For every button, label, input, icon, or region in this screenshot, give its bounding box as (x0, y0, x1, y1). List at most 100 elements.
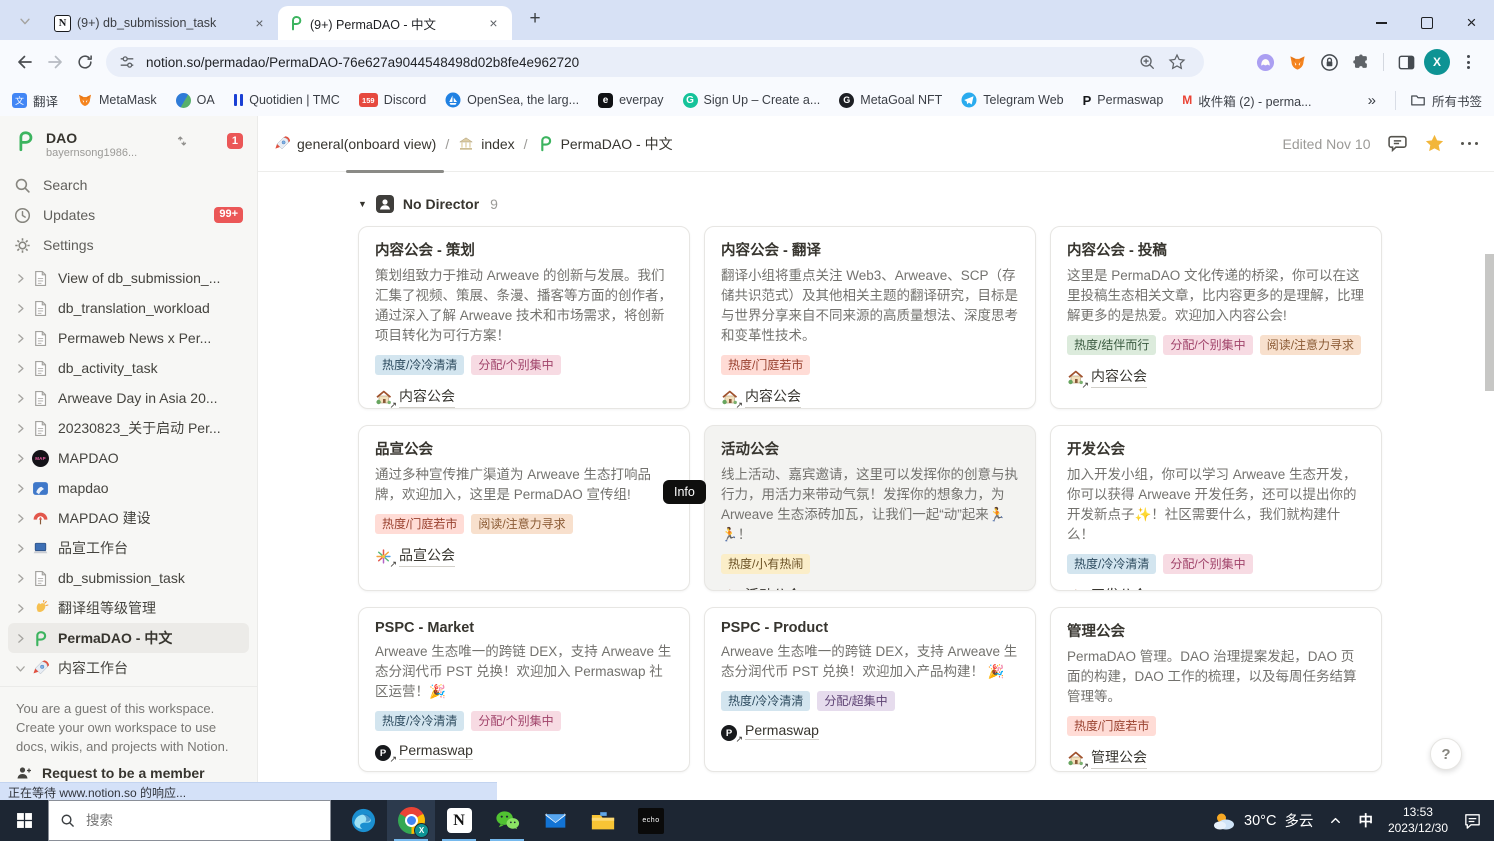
help-button[interactable]: ? (1430, 738, 1462, 770)
card-page-link[interactable]: ↗ 内容公会 (721, 386, 1019, 408)
sidebar-page-item[interactable]: View of db_submission_... (8, 263, 249, 293)
zoom-button[interactable] (1132, 47, 1162, 77)
board-card-hovered[interactable]: 活动公会 线上活动、嘉宾邀请，这里可以发挥你的创意与执行力，用活力来带动气氛！发… (704, 425, 1036, 591)
card-page-link[interactable]: ↗ 内容公会 (1067, 366, 1365, 389)
card-page-link[interactable]: P ↗ Permaswap (721, 722, 1019, 743)
bookmark-item[interactable]: 文翻译 (12, 91, 58, 110)
card-description: 线上活动、嘉宾邀请，这里可以发挥你的创意与执行力，用活力来带动气氛！发挥你的想象… (721, 467, 1018, 542)
sidebar-page-item[interactable]: MAPDAO 建设 (8, 503, 249, 533)
sidebar-page-item[interactable]: 品宣工作台 (8, 533, 249, 563)
board-card[interactable]: PSPC - Product Arweave 生态唯一的跨链 DEX，支持 Ar… (704, 607, 1036, 772)
workspace-switcher[interactable]: DAO bayernsong1986... 1 (0, 124, 257, 165)
bookmark-item[interactable]: MetaMask (77, 92, 157, 108)
bookmark-item[interactable]: Telegram Web (961, 92, 1064, 108)
sidebar-page-item[interactable]: 内容工作台 (8, 653, 249, 683)
card-page-link[interactable]: ↗ 内容公会 (375, 386, 673, 408)
window-minimize-button[interactable] (1359, 6, 1404, 40)
taskbar-search[interactable] (48, 800, 331, 841)
tab-close-icon[interactable]: × (485, 15, 502, 32)
sidebar-page-item-selected[interactable]: PermaDAO - 中文 (8, 623, 249, 653)
back-button[interactable] (10, 47, 40, 77)
bookmark-item[interactable]: G Sign Up – Create a... (682, 92, 820, 108)
sidebar-item-updates[interactable]: Updates 99+ (0, 200, 257, 230)
window-close-button[interactable]: × (1449, 6, 1494, 40)
breadcrumb-item[interactable]: index (458, 136, 515, 152)
taskbar-search-input[interactable] (84, 812, 288, 829)
phantom-extension-button[interactable] (1251, 48, 1279, 76)
metamask-extension-button[interactable] (1283, 48, 1311, 76)
collapse-triangle-icon[interactable]: ▼ (358, 199, 367, 209)
sidebar-page-item[interactable]: db_translation_workload (8, 293, 249, 323)
card-page-link[interactable]: P ↗ Permaswap (375, 742, 673, 763)
ime-indicator[interactable]: 中 (1358, 810, 1373, 831)
board-card[interactable]: 内容公会 - 投稿 这里是 PermaDAO 文化传递的桥梁，你可以在这里投稿生… (1050, 226, 1382, 409)
reload-button[interactable] (70, 47, 100, 77)
breadcrumb-item[interactable]: general(onboard view) (274, 135, 436, 152)
board-card[interactable]: 开发公会 加入开发小组，你可以学习 Arweave 生态开发，你可以获得 Arw… (1050, 425, 1382, 591)
bookmarks-bar: 文翻译 MetaMask OA Quotidien | TMC 159 Disco… (0, 84, 1494, 117)
bookmark-item[interactable]: e everpay (598, 92, 664, 108)
sidebar-page-item[interactable]: MAP MAPDAO (8, 443, 249, 473)
board-card[interactable]: 管理公会 PermaDAO 管理。DAO 治理提案发起，DAO 页面的构建，DA… (1050, 607, 1382, 772)
bookmark-item[interactable]: OpenSea, the larg... (445, 92, 579, 108)
sidebar-page-item[interactable]: mapdao (8, 473, 249, 503)
address-bar[interactable]: notion.so/permadao/PermaDAO-76e627a90445… (106, 47, 1204, 77)
sidebar-page-item[interactable]: Arweave Day in Asia 20... (8, 383, 249, 413)
board-card[interactable]: 内容公会 - 策划 策划组致力于推动 Arweave 的创新与发展。我们汇集了视… (358, 226, 690, 409)
card-page-link[interactable]: ↗ 品宣公会 (375, 545, 673, 568)
bookmark-item[interactable]: OA (175, 92, 215, 108)
favorite-star-icon[interactable] (1424, 133, 1445, 154)
browser-menu-button[interactable] (1454, 48, 1482, 76)
browser-tab-active[interactable]: (9+) PermaDAO - 中文 × (278, 6, 512, 40)
action-center-icon[interactable] (1463, 811, 1482, 830)
bookmark-page-button[interactable] (1162, 47, 1192, 77)
side-panel-button[interactable] (1392, 48, 1420, 76)
card-page-link[interactable]: ↗ 活动公会 (721, 585, 1019, 590)
extensions-button[interactable] (1347, 48, 1375, 76)
board-group-header[interactable]: ▼ No Director 9 (358, 195, 1494, 213)
tab-search-button[interactable] (12, 8, 38, 34)
board-card[interactable]: 品宣公会 通过多种宣传推广渠道为 Arweave 生态打响品牌，欢迎加入，这里是… (358, 425, 690, 591)
taskbar-app-chrome[interactable]: X (387, 800, 435, 841)
sidebar-page-item[interactable]: db_activity_task (8, 353, 249, 383)
forward-button[interactable] (40, 47, 70, 77)
taskbar-app-notion[interactable]: N (435, 800, 483, 841)
board-card[interactable]: PSPC - Market Arweave 生态唯一的跨链 DEX，支持 Arw… (358, 607, 690, 772)
start-button[interactable] (0, 800, 48, 841)
bookmarks-overflow-button[interactable]: » (1368, 92, 1376, 109)
taskbar-app-mail[interactable] (531, 800, 579, 841)
window-maximize-button[interactable] (1404, 6, 1449, 40)
card-link-label: 活动公会 (745, 585, 801, 590)
taskbar-app-wechat[interactable] (483, 800, 531, 841)
taskbar-weather[interactable]: 30°C 多云 (1212, 809, 1313, 833)
bookmark-item[interactable]: M 收件箱 (2) - perma... (1182, 91, 1311, 110)
bookmark-item[interactable]: Quotidien | TMC (233, 93, 340, 107)
sidebar-page-item[interactable]: 20230823_关于启动 Per... (8, 413, 249, 443)
comments-icon[interactable] (1387, 133, 1408, 154)
browser-tab-inactive[interactable]: N (9+) db_submission_task × (44, 6, 278, 40)
taskbar-app-file-explorer[interactable] (579, 800, 627, 841)
sidebar-page-item[interactable]: 翻译组等级管理 (8, 593, 249, 623)
card-page-link[interactable]: ↗ 开发公会 (1067, 585, 1365, 590)
taskbar-app-echo[interactable]: echo (627, 800, 675, 841)
password-extension-button[interactable] (1315, 48, 1343, 76)
sidebar-page-item[interactable]: Permaweb News x Per... (8, 323, 249, 353)
all-bookmarks-button[interactable]: 所有书签 (1394, 90, 1482, 110)
profile-avatar[interactable]: X (1424, 49, 1450, 75)
tray-expand-icon[interactable] (1328, 813, 1343, 828)
sidebar-item-search[interactable]: Search (0, 170, 257, 200)
vertical-scrollbar-thumb[interactable] (1485, 254, 1494, 391)
board-card[interactable]: 内容公会 - 翻译 翻译小组将重点关注 Web3、Arweave、SCP（存储共… (704, 226, 1036, 409)
bookmark-item[interactable]: 159 Discord (358, 93, 426, 107)
sidebar-page-item[interactable]: db_submission_task (8, 563, 249, 593)
new-tab-button[interactable]: + (522, 6, 548, 32)
more-options-icon[interactable] (1460, 141, 1478, 146)
card-page-link[interactable]: ↗ 管理公会 (1067, 747, 1365, 770)
bookmark-item[interactable]: G MetaGoal NFT (839, 92, 942, 108)
bookmark-item[interactable]: P Permaswap (1083, 93, 1164, 108)
breadcrumb-item-current[interactable]: PermaDAO - 中文 (537, 134, 673, 154)
clock[interactable]: 13:53 2023/12/30 (1388, 805, 1448, 836)
tab-close-icon[interactable]: × (251, 15, 268, 32)
taskbar-app-edge[interactable] (339, 800, 387, 841)
sidebar-item-settings[interactable]: Settings (0, 230, 257, 260)
